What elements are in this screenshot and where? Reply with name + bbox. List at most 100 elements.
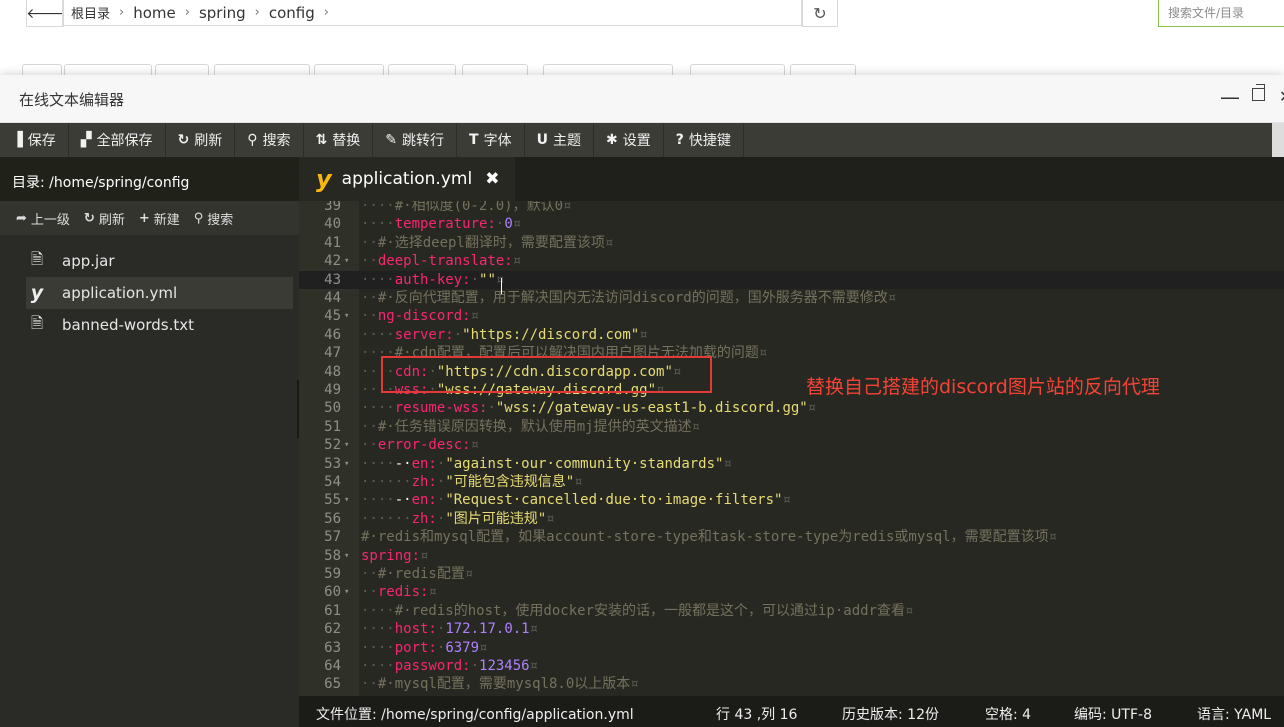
line-number: 41: [324, 234, 341, 251]
toolbar-button-8[interactable]: ✱ 设置: [594, 123, 664, 157]
line-number: 55: [324, 492, 341, 509]
maximize-icon[interactable]: [1252, 84, 1265, 101]
code-line: 64 ····password:·123456¤: [299, 657, 1284, 675]
sidebar-action-label: 上一级: [30, 212, 70, 228]
code-token: ¤: [905, 602, 914, 619]
code-token: #·选择deepl翻译时，需要配置该项: [377, 234, 605, 251]
fold-arrow-icon[interactable]: ▾: [344, 583, 349, 601]
code-text: ····temperature:·0¤: [361, 215, 521, 233]
status-indent[interactable]: 空格: 4: [985, 704, 1031, 724]
code-token: ····: [361, 455, 395, 472]
window-title: 在线文本编辑器: [19, 91, 125, 109]
code-token: ¤: [512, 253, 522, 270]
code-token: ¤: [691, 418, 701, 435]
fold-arrow-icon[interactable]: ▾: [344, 547, 349, 565]
toolbar-button-4[interactable]: ⇅ 替换: [304, 123, 374, 157]
code-line: 51 ··#·任务错误原因转换，默认使用mj提供的英文描述¤: [299, 418, 1284, 436]
code-text: ····password:·123456¤: [361, 657, 538, 675]
line-number: 57: [324, 529, 341, 546]
code-token: #·反向代理配置，用于解决国内无法访问discord的问题，国外服务器不需要修改: [377, 290, 888, 306]
status-cursor[interactable]: 行 43 ,列 16: [716, 704, 797, 724]
code-token: ¤: [546, 510, 555, 527]
code-token: ······: [361, 474, 412, 490]
close-icon[interactable]: ✕: [1279, 87, 1284, 106]
line-number: 60: [324, 584, 341, 601]
sidebar-action-3[interactable]: ⚲ 搜索: [194, 209, 234, 228]
file-item[interactable]: y application.yml: [26, 277, 293, 309]
code-token: ····: [361, 201, 395, 214]
toolbar-button-3[interactable]: ⚲ 搜索: [235, 123, 304, 157]
fold-arrow-icon[interactable]: ▾: [344, 252, 349, 270]
font-icon: T: [469, 132, 479, 148]
file-search-placeholder: 搜索文件/目录: [1168, 6, 1245, 20]
code-text: ··#·mysql配置，需要mysql8.0以上版本¤: [361, 675, 639, 693]
toolbar-button-1[interactable]: ▞ 全部保存: [69, 123, 166, 157]
code-line: 45 ▾ ··ng-discord:¤: [299, 307, 1284, 325]
fold-arrow-icon[interactable]: ▾: [344, 455, 349, 473]
code-line: 57 #·redis和mysql配置，如果account-store-type和t…: [299, 528, 1284, 546]
tab-application-yml[interactable]: y application.yml ✖: [299, 157, 515, 201]
code-text: ····host:·172.17.0.1¤: [361, 620, 538, 638]
path-refresh-button[interactable]: ↻: [802, 0, 838, 27]
code-token: #·redis配置: [377, 566, 465, 582]
code-token: ····: [361, 621, 395, 638]
code-text: ····server:·"https://discord.com"¤: [361, 326, 648, 344]
gear-icon: ✱: [605, 132, 618, 148]
fold-arrow-icon[interactable]: ▾: [344, 436, 349, 454]
code-token: #·任务错误原因转换，默认使用mj提供的英文描述: [377, 418, 692, 435]
back-button[interactable]: 🡐: [26, 0, 64, 27]
code-token: ¤: [630, 676, 639, 693]
toolbar-scrollbar[interactable]: [1272, 123, 1284, 157]
yaml-icon: y: [316, 165, 332, 193]
code-line: 39 ····#·相似度(0-2.0)，默认0¤: [299, 201, 1284, 215]
line-number: 49: [324, 382, 341, 398]
line-number: 40: [324, 216, 341, 233]
file-item[interactable]: 🗎 app.jar: [26, 245, 296, 277]
code-text: ··#·任务错误原因转换，默认使用mj提供的英文描述¤: [361, 418, 700, 436]
toolbar-button-2[interactable]: ↻ 刷新: [166, 123, 236, 157]
code-token: ¤: [563, 201, 572, 214]
code-line: 60 ▾ ··redis:¤: [299, 583, 1284, 601]
code-line: 59 ··#·redis配置¤: [299, 565, 1284, 583]
sidebar-action-1[interactable]: ↻ 刷新: [84, 209, 125, 228]
sidebar-actions: ➦ 上一级 ↻ 刷新 + 新建 ⚲ 搜索: [0, 201, 299, 235]
arrow-left-icon: 🡐: [26, 5, 64, 22]
line-number: 45: [324, 308, 341, 325]
toolbar-button-5[interactable]: ✎ 跳转行: [373, 123, 458, 157]
status-encoding[interactable]: 编码: UTF-8: [1074, 704, 1152, 724]
line-number: 51: [324, 418, 341, 435]
file-item[interactable]: 🗎 banned-words.txt: [26, 309, 296, 341]
code-editor[interactable]: 39 ····#·相似度(0-2.0)，默认0¤ 40 ····temperature…: [299, 201, 1284, 696]
status-language[interactable]: 语言: YAML: [1197, 704, 1271, 724]
file-search-input[interactable]: 搜索文件/目录: [1158, 0, 1284, 27]
status-history[interactable]: 历史版本: 12份: [842, 704, 939, 724]
file-manager-bar: 🡐 根目录 › home › spring › config › ↻ 搜索文件/…: [0, 0, 1284, 77]
toolbar-button-7[interactable]: U 主题: [525, 123, 594, 157]
fold-arrow-icon[interactable]: ▾: [344, 491, 349, 509]
code-token: ¤: [758, 345, 768, 362]
code-token: 6379: [445, 639, 480, 656]
breadcrumb-home[interactable]: home: [133, 4, 176, 22]
code-token: ··: [361, 308, 378, 325]
code-token: password:: [394, 658, 471, 674]
sidebar-action-2[interactable]: + 新建: [139, 209, 180, 228]
code-token: "": [479, 271, 496, 288]
arrow-up-icon: ➦: [16, 210, 27, 226]
code-text: ······zh:·"可能包含违规信息"¤: [361, 473, 583, 491]
fold-arrow-icon[interactable]: ▾: [344, 307, 349, 325]
toolbar-button-6[interactable]: T 字体: [457, 123, 525, 157]
toolbar-button-0[interactable]: ▐ 保存: [0, 123, 69, 157]
breadcrumb-root[interactable]: 根目录: [71, 3, 110, 22]
line-number: 43: [324, 271, 341, 288]
code-token: ¤: [807, 400, 817, 417]
breadcrumb-spring[interactable]: spring: [199, 4, 246, 22]
pin-icon: ✎: [385, 132, 398, 148]
chevron-right-icon: ›: [254, 5, 260, 20]
minimize-icon[interactable]: —: [1220, 85, 1240, 109]
tab-close-icon[interactable]: ✖: [485, 169, 499, 189]
breadcrumb-config[interactable]: config: [269, 4, 315, 22]
code-token: ¤: [529, 621, 539, 638]
line-number: 52: [324, 437, 341, 454]
sidebar-action-0[interactable]: ➦ 上一级: [16, 209, 70, 228]
toolbar-button-9[interactable]: ? 快捷键: [664, 123, 744, 157]
